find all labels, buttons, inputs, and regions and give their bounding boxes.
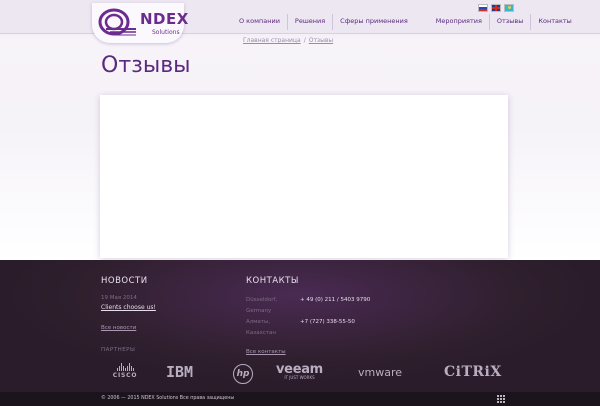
contact-row: Düsseldorf, Germany + 49 (0) 211 / 5403 …	[246, 295, 446, 317]
contact-phone[interactable]: + 49 (0) 211 / 5403 9790	[300, 295, 370, 317]
main-nav: О компании Решения Сферы применения Меро…	[232, 14, 579, 30]
logo-name: NDEX	[140, 10, 189, 28]
ru-flag-icon[interactable]	[478, 4, 488, 12]
language-switcher	[478, 4, 514, 12]
vmware-logo[interactable]: vmware	[358, 366, 402, 379]
copyright-bar: © 2006 — 2015 NDEX Solutions Все права з…	[0, 392, 600, 406]
en-flag-icon[interactable]	[491, 4, 501, 12]
ibm-logo[interactable]: IBM	[166, 363, 193, 381]
cisco-logo[interactable]: CISCO	[109, 363, 141, 379]
news-heading: НОВОСТИ	[101, 276, 148, 286]
contacts-heading: КОНТАКТЫ	[246, 276, 299, 286]
logo[interactable]: NDEX Solutions	[92, 3, 188, 43]
hp-logo[interactable]: hp	[233, 364, 253, 384]
page-title: Отзывы	[101, 53, 191, 78]
breadcrumb-separator: /	[303, 37, 306, 44]
contact-city: Düsseldorf, Germany	[246, 297, 278, 314]
citrix-logo[interactable]: CiTRiX	[444, 364, 502, 380]
breadcrumb-current-link[interactable]: Отзывы	[309, 37, 333, 44]
contact-row: Алматы, Казахстан +7 (727) 338-55-50	[246, 317, 446, 339]
all-news-link[interactable]: Все новости	[101, 325, 231, 331]
kz-flag-icon[interactable]	[504, 4, 514, 12]
all-contacts-link[interactable]: Все контакты	[246, 349, 446, 355]
nav-item-events[interactable]: Мероприятия	[429, 14, 489, 30]
footer: НОВОСТИ 19 Мая 2014 Clients choose us! В…	[0, 260, 600, 392]
footer-news: НОВОСТИ 19 Мая 2014 Clients choose us! В…	[101, 276, 231, 331]
cisco-bars-icon	[109, 363, 141, 371]
veeam-logo[interactable]: veeam IT JUST WORKS	[276, 362, 323, 380]
nav-item-solutions[interactable]: Решения	[286, 14, 332, 30]
footer-contacts: КОНТАКТЫ Düsseldorf, Germany + 49 (0) 21…	[246, 276, 446, 355]
partners-heading: ПАРТНЕРЫ	[101, 347, 136, 353]
partner-logos: CISCO IBM hp veeam IT JUST WORKS vmware …	[100, 361, 510, 389]
contact-city: Алматы, Казахстан	[246, 319, 277, 336]
nav-item-about[interactable]: О компании	[232, 14, 287, 30]
logo-swirl-icon	[98, 8, 136, 36]
news-date: 19 Мая 2014	[101, 295, 137, 301]
copyright-text: © 2006 — 2015 NDEX Solutions Все права з…	[101, 396, 235, 401]
breadcrumb: Главная страница / Отзывы	[243, 37, 333, 44]
nav-item-contacts[interactable]: Контакты	[530, 14, 578, 30]
logo-subtitle: Solutions	[152, 29, 180, 36]
news-item-link[interactable]: Clients choose us!	[101, 304, 231, 311]
reviews-content-panel	[100, 95, 508, 258]
developer-logo-icon[interactable]	[497, 395, 505, 403]
top-bar: NDEX Solutions О компании Решения Сферы …	[0, 0, 600, 43]
nav-item-reviews[interactable]: Отзывы	[488, 14, 530, 30]
contact-phone[interactable]: +7 (727) 338-55-50	[300, 317, 355, 339]
nav-item-applications[interactable]: Сферы применения	[332, 14, 415, 30]
cisco-logo-text: CISCO	[112, 372, 138, 379]
breadcrumb-home-link[interactable]: Главная страница	[243, 37, 301, 44]
